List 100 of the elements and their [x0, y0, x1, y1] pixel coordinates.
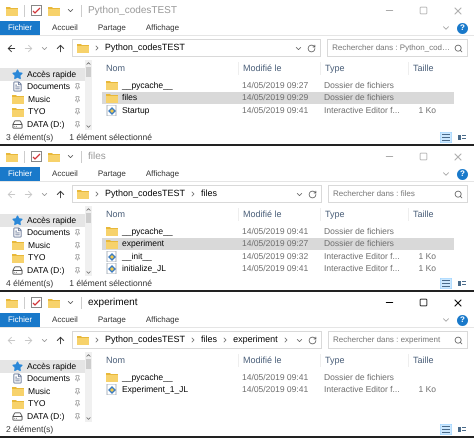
- nav-item[interactable]: DATA (D:): [0, 118, 85, 130]
- breadcrumb-link[interactable]: Python_codesTEST: [105, 333, 186, 347]
- address-bar[interactable]: Python_codesTEST: [72, 39, 322, 57]
- file-row[interactable]: experiment 14/05/2019 09:27 Dossier de fichiers: [102, 238, 454, 250]
- details-view-icon[interactable]: [440, 278, 452, 288]
- scroll-thumb[interactable]: [86, 213, 91, 223]
- column-header[interactable]: Nom: [102, 62, 238, 76]
- scroll-down-icon[interactable]: [85, 415, 92, 422]
- file-row[interactable]: Startup 14/05/2019 09:41 Interactive Editor f... 1 Ko: [102, 104, 454, 116]
- scroll-thumb[interactable]: [86, 67, 91, 77]
- column-header[interactable]: Modifié le: [238, 208, 320, 222]
- up-icon[interactable]: [55, 188, 66, 200]
- help-button[interactable]: ?: [457, 168, 468, 180]
- properties-icon[interactable]: [31, 5, 42, 16]
- ribbon-tab[interactable]: Fichier: [0, 167, 40, 181]
- ribbon-tab[interactable]: Affichage: [138, 167, 188, 181]
- nav-item[interactable]: Music: [0, 93, 85, 106]
- ribbon-tab[interactable]: Partage: [90, 167, 134, 181]
- column-header[interactable]: Taille: [408, 62, 448, 76]
- breadcrumb-link[interactable]: files: [201, 187, 218, 201]
- ribbon-tab[interactable]: Affichage: [138, 21, 188, 35]
- ribbon-tab[interactable]: Affichage: [138, 313, 188, 327]
- dropdown-icon[interactable]: [66, 152, 75, 161]
- nav-item[interactable]: Music: [0, 239, 85, 252]
- nav-item[interactable]: Documents: [0, 372, 85, 385]
- nav-item[interactable]: Documents: [0, 226, 85, 239]
- nav-item[interactable]: Accès rapide: [0, 68, 85, 80]
- ribbon-tab[interactable]: Accueil: [44, 21, 86, 35]
- scroll-up-icon[interactable]: [85, 60, 92, 67]
- dropdown-icon[interactable]: [66, 6, 75, 15]
- modified-date: 14/05/2019 09:41: [241, 262, 310, 276]
- nav-item[interactable]: Music: [0, 385, 85, 398]
- nav-item[interactable]: TYO: [0, 252, 85, 264]
- column-header[interactable]: Nom: [102, 208, 238, 222]
- scrollbar[interactable]: [85, 352, 92, 422]
- up-icon[interactable]: [55, 334, 66, 346]
- file-row[interactable]: __pycache__ 14/05/2019 09:27 Dossier de fichiers: [102, 79, 454, 92]
- details-view-icon[interactable]: [440, 132, 452, 142]
- properties-icon[interactable]: [31, 297, 42, 308]
- address-bar[interactable]: Python_codesTEST files experiment: [72, 331, 322, 349]
- nav-item[interactable]: DATA (D:): [0, 410, 85, 422]
- nav-item[interactable]: Accès rapide: [0, 214, 85, 226]
- scrollbar[interactable]: [85, 60, 92, 130]
- ribbon-tab[interactable]: Partage: [90, 21, 134, 35]
- ribbon-tab[interactable]: Partage: [90, 313, 134, 327]
- breadcrumb-link[interactable]: Python_codesTEST: [105, 187, 186, 201]
- refresh-icon[interactable]: [308, 336, 317, 344]
- modified-date: 14/05/2019 09:32: [241, 250, 310, 263]
- nav-item[interactable]: Accès rapide: [0, 360, 85, 372]
- file-row[interactable]: files 14/05/2019 09:29 Dossier de fichiers: [102, 92, 454, 104]
- file-row[interactable]: initialize_JL 14/05/2019 09:41 Interactive Editor f... 1 Ko: [102, 262, 454, 275]
- scroll-up-icon[interactable]: [85, 352, 92, 359]
- close-icon[interactable]: [452, 296, 464, 308]
- up-icon[interactable]: [54, 42, 66, 54]
- back-icon[interactable]: [6, 42, 17, 54]
- refresh-icon[interactable]: [307, 44, 316, 52]
- pin-icon: [74, 242, 81, 249]
- search-field[interactable]: Rechercher dans : files: [328, 185, 468, 203]
- address-bar[interactable]: Python_codesTEST files: [72, 185, 322, 203]
- column-header[interactable]: Nom: [102, 354, 238, 368]
- search-field[interactable]: Rechercher dans : experiment: [328, 331, 468, 349]
- ribbon-tab[interactable]: Fichier: [0, 313, 40, 327]
- file-row[interactable]: Experiment_1_JL 14/05/2019 09:41 Interactive Editor f... 1 Ko: [102, 384, 454, 396]
- ribbon-tab[interactable]: Accueil: [44, 167, 86, 181]
- maximize-icon[interactable]: [419, 298, 428, 307]
- pin-icon: [74, 412, 81, 420]
- column-header[interactable]: Taille: [408, 354, 448, 368]
- search-field[interactable]: Rechercher dans : Python_cod…: [327, 39, 468, 57]
- scroll-down-icon[interactable]: [85, 269, 92, 276]
- nav-item[interactable]: Documents: [0, 80, 85, 93]
- ribbon-tab[interactable]: Accueil: [44, 313, 86, 327]
- breadcrumb-link[interactable]: files: [201, 333, 218, 347]
- breadcrumb-link[interactable]: Python_codesTEST: [104, 41, 185, 55]
- breadcrumb-link[interactable]: experiment: [233, 333, 278, 347]
- ribbon-tab[interactable]: Fichier: [0, 21, 40, 35]
- scrollbar[interactable]: [85, 206, 92, 276]
- help-button[interactable]: ?: [457, 314, 468, 326]
- dropdown-icon[interactable]: [66, 298, 75, 307]
- column-header[interactable]: Type: [320, 354, 408, 368]
- scroll-down-icon[interactable]: [85, 123, 92, 130]
- scroll-thumb[interactable]: [86, 359, 91, 369]
- file-row[interactable]: __pycache__ 14/05/2019 09:41 Dossier de fichiers: [102, 225, 454, 238]
- scroll-up-icon[interactable]: [85, 206, 92, 213]
- nav-item[interactable]: DATA (D:): [0, 264, 85, 276]
- column-header[interactable]: Taille: [408, 208, 448, 222]
- window-title: experiment: [88, 296, 138, 310]
- nav-item[interactable]: TYO: [0, 106, 85, 118]
- column-header[interactable]: Modifié le: [238, 354, 320, 368]
- refresh-icon[interactable]: [308, 190, 317, 198]
- column-header[interactable]: Modifié le: [238, 62, 320, 76]
- file-type: Dossier de fichiers: [323, 91, 395, 104]
- file-row[interactable]: __init__ 14/05/2019 09:32 Interactive Editor f... 1 Ko: [102, 250, 454, 262]
- column-header[interactable]: Type: [320, 62, 408, 76]
- properties-icon[interactable]: [31, 151, 42, 162]
- file-row[interactable]: __pycache__ 14/05/2019 09:41 Dossier de fichiers: [102, 371, 454, 384]
- help-button[interactable]: ?: [457, 22, 468, 34]
- details-view-icon[interactable]: [440, 424, 452, 434]
- folder-icon: [6, 298, 18, 308]
- nav-item[interactable]: TYO: [0, 398, 85, 410]
- column-header[interactable]: Type: [320, 208, 408, 222]
